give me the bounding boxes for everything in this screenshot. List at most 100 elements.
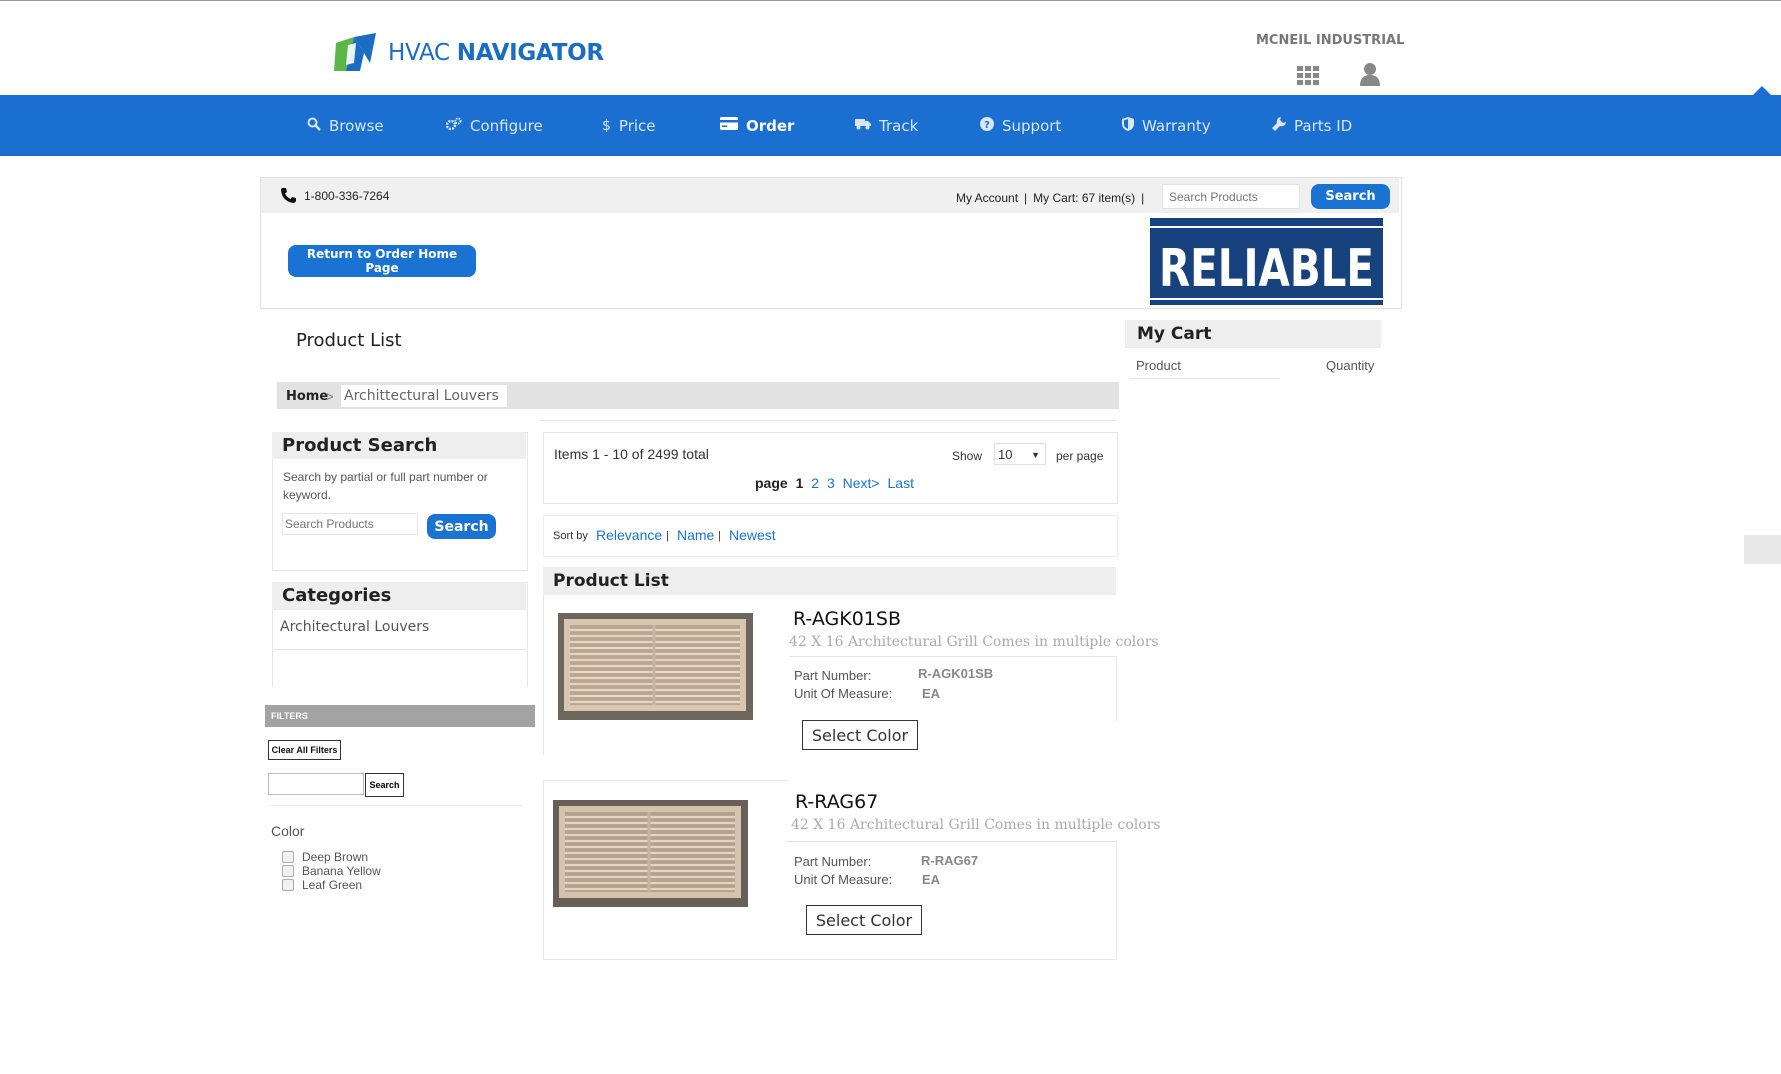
- truck-icon: [855, 117, 871, 134]
- nav-support[interactable]: ? Support: [980, 95, 1061, 156]
- product-border: [1116, 841, 1117, 959]
- filter-search-button[interactable]: Search: [365, 773, 404, 797]
- page-3[interactable]: 3: [827, 475, 835, 491]
- page-2[interactable]: 2: [811, 475, 819, 491]
- main-nav: Browse Configure $ Price Order Track ? S…: [0, 95, 1781, 156]
- product-search-title: Product Search: [272, 432, 526, 459]
- category-item-architectural-louvers[interactable]: Architectural Louvers: [280, 619, 429, 635]
- uom-value: EA: [922, 872, 941, 887]
- last-page-link[interactable]: Last: [888, 475, 914, 491]
- color-option-leaf-green[interactable]: Leaf Green: [282, 878, 362, 892]
- side-feedback-tab[interactable]: [1744, 535, 1781, 564]
- reliable-brand-logo: RELIABLE: [1150, 218, 1383, 305]
- nav-price[interactable]: $ Price: [602, 95, 656, 156]
- filter-search-input[interactable]: [268, 773, 364, 795]
- product-separator: [543, 959, 1116, 960]
- dropdown-arrow-icon: ▼: [1031, 450, 1040, 460]
- filter-divider: [268, 805, 523, 806]
- part-number-value: R-AGK01SB: [918, 666, 994, 681]
- sort-name[interactable]: Name: [677, 527, 714, 543]
- per-page-select[interactable]: 10 ▼: [994, 443, 1046, 465]
- my-account-link[interactable]: My Account: [956, 191, 1018, 205]
- sort-relevance[interactable]: Relevance: [596, 527, 662, 543]
- color-option-banana-yellow[interactable]: Banana Yellow: [282, 864, 381, 878]
- nav-browse[interactable]: Browse: [307, 95, 384, 156]
- product-divider: [785, 841, 1116, 842]
- phone-icon: [281, 188, 296, 203]
- uom-value: EA: [922, 686, 941, 701]
- top-border: [0, 0, 1781, 1]
- logo-text-hvac: HVAC: [388, 40, 450, 66]
- my-cart-title: My Cart: [1125, 320, 1381, 348]
- product-search-button[interactable]: Search: [427, 514, 496, 539]
- product-name[interactable]: R-RAG67: [795, 791, 878, 813]
- breadcrumb-separator: >: [326, 389, 334, 404]
- page-title: Product List: [296, 330, 402, 351]
- color-option-label: Leaf Green: [302, 878, 363, 892]
- nav-order-label: Order: [746, 116, 795, 135]
- cart-column-quantity: Quantity: [1326, 358, 1375, 373]
- sort-newest[interactable]: Newest: [729, 527, 776, 543]
- color-option-label: Deep Brown: [302, 850, 369, 864]
- product-border: [1116, 656, 1117, 721]
- product-border: [543, 595, 544, 755]
- nav-support-label: Support: [1002, 116, 1062, 135]
- sort-separator: |: [718, 530, 721, 542]
- nav-configure[interactable]: Configure: [445, 95, 543, 156]
- items-count: Items 1 - 10 of 2499 total: [554, 446, 709, 462]
- hvac-navigator-logo[interactable]: HVAC NAVIGATOR: [332, 32, 604, 74]
- color-option-deep-brown[interactable]: Deep Brown: [282, 850, 368, 864]
- apps-grid-icon[interactable]: [1297, 66, 1319, 86]
- nav-parts-id-label: Parts ID: [1294, 116, 1353, 135]
- nav-browse-label: Browse: [329, 116, 384, 135]
- return-to-order-home-button[interactable]: Return to Order Home Page: [288, 245, 476, 277]
- filters-header: FILTERS: [265, 705, 535, 727]
- sort-label: Sort by: [553, 530, 588, 542]
- nav-price-label: Price: [618, 116, 656, 135]
- product-description: 42 X 16 Architectural Grill Comes in mul…: [791, 817, 1161, 833]
- my-cart-link[interactable]: My Cart: 67 item(s): [1033, 191, 1135, 205]
- breadcrumb-home[interactable]: Home: [286, 389, 328, 404]
- next-page-link[interactable]: Next>: [843, 475, 880, 491]
- user-icon[interactable]: [1360, 62, 1380, 86]
- nav-warranty-label: Warranty: [1142, 116, 1211, 135]
- per-page-value: 10: [998, 447, 1013, 462]
- company-name: MCNEIL INDUSTRIAL: [1256, 33, 1405, 48]
- checkbox[interactable]: [282, 879, 294, 891]
- nav-warranty[interactable]: Warranty: [1122, 95, 1211, 156]
- part-number-value: R-RAG67: [921, 853, 979, 868]
- logo-text-navigator: NAVIGATOR: [456, 40, 604, 66]
- page-1[interactable]: 1: [796, 475, 804, 491]
- part-number-label: Part Number:: [794, 854, 872, 869]
- select-color-button[interactable]: Select Color: [802, 720, 918, 750]
- product-separator: [543, 780, 787, 781]
- checkbox[interactable]: [282, 865, 294, 877]
- breadcrumb-current: Archittectural Louvers: [341, 385, 507, 407]
- credit-card-icon: [720, 117, 738, 134]
- search-icon: [307, 117, 321, 135]
- category-divider: [272, 649, 526, 650]
- nav-track[interactable]: Track: [855, 95, 918, 156]
- nav-configure-label: Configure: [470, 116, 543, 135]
- nav-parts-id[interactable]: Parts ID: [1272, 95, 1352, 156]
- wrench-icon: [1272, 116, 1286, 135]
- svg-text:RELIABLE: RELIABLE: [1159, 239, 1374, 299]
- pagination: page 1 2 3 Next> Last: [755, 475, 918, 491]
- top-search-input[interactable]: [1162, 184, 1300, 209]
- product-image[interactable]: [553, 800, 748, 907]
- sort-separator: |: [666, 530, 669, 542]
- top-search-button[interactable]: Search: [1311, 184, 1390, 209]
- product-search-input[interactable]: [282, 513, 418, 535]
- checkbox[interactable]: [282, 851, 294, 863]
- question-icon: ?: [980, 116, 994, 135]
- product-image[interactable]: [558, 613, 753, 720]
- select-color-button[interactable]: Select Color: [806, 905, 922, 935]
- page-label: page: [755, 475, 788, 491]
- product-border: [543, 780, 544, 960]
- clear-all-filters-button[interactable]: Clear All Filters: [268, 740, 341, 760]
- nav-order[interactable]: Order: [720, 95, 794, 156]
- navigator-logo-icon: [334, 33, 376, 71]
- uom-label: Unit Of Measure:: [794, 686, 893, 701]
- phone-number-text: 1-800-336-7264: [304, 188, 390, 203]
- product-name[interactable]: R-AGK01SB: [793, 608, 901, 630]
